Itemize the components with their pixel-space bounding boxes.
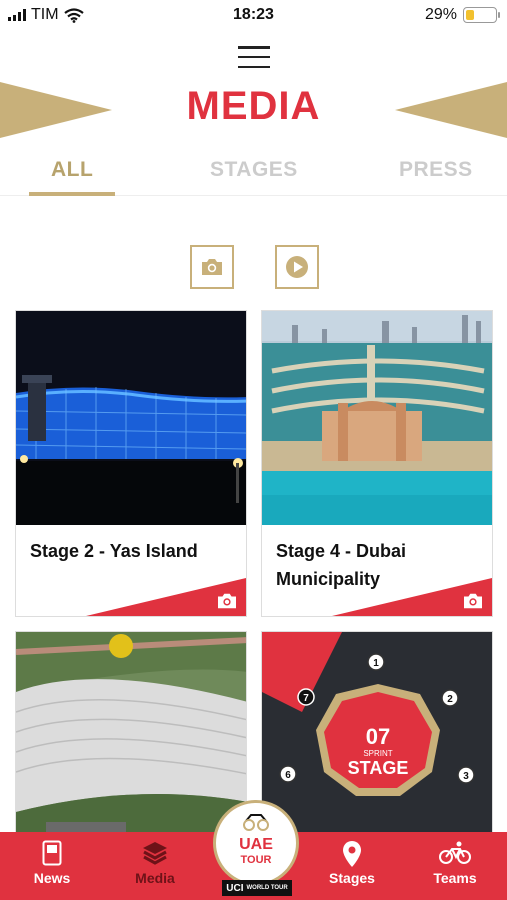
camera-icon bbox=[218, 593, 236, 609]
nav-media[interactable]: Media bbox=[110, 832, 200, 900]
nav-stages-label: Stages bbox=[329, 870, 375, 886]
card-image-aerial bbox=[16, 632, 246, 850]
video-filter-button[interactable] bbox=[275, 245, 319, 289]
battery-icon bbox=[463, 7, 500, 23]
nav-media-label: Media bbox=[135, 870, 175, 886]
card-title: Stage 2 - Yas Island bbox=[30, 541, 198, 561]
marker-3: 3 bbox=[463, 771, 469, 782]
play-icon bbox=[286, 256, 308, 278]
nav-teams[interactable]: Teams bbox=[410, 832, 500, 900]
sprint-number: 07 bbox=[366, 724, 390, 749]
menu-icon[interactable] bbox=[238, 46, 270, 68]
status-right: 29% bbox=[424, 6, 500, 24]
tab-stages[interactable]: STAGES bbox=[210, 158, 298, 182]
tab-active-indicator bbox=[29, 192, 115, 196]
card-image-sprint-stage: 07 SPRINT STAGE 1 2 3 6 7 bbox=[262, 632, 492, 850]
tab-bar: ALL STAGES PRESS bbox=[0, 152, 507, 196]
tab-all[interactable]: ALL bbox=[51, 158, 93, 182]
gallery-card-yas-island[interactable]: Stage 2 - Yas Island bbox=[15, 310, 247, 617]
nav-stages[interactable]: Stages bbox=[307, 832, 397, 900]
layers-icon bbox=[143, 842, 167, 865]
marker-2: 2 bbox=[447, 694, 453, 705]
logo-line1: UAE bbox=[239, 836, 273, 853]
bicycle-icon bbox=[439, 841, 471, 864]
location-pin-icon bbox=[343, 841, 361, 867]
camera-icon bbox=[464, 593, 482, 609]
marker-7: 7 bbox=[303, 693, 309, 704]
uci-sub-label: WORLD TOUR bbox=[246, 885, 288, 891]
uci-world-tour-badge: UCI WORLD TOUR bbox=[222, 880, 292, 896]
news-icon bbox=[42, 840, 62, 866]
sprint-big-label: STAGE bbox=[348, 758, 409, 778]
page-title: MEDIA bbox=[186, 84, 321, 128]
battery-percent: 29% bbox=[424, 6, 457, 23]
nav-news[interactable]: News bbox=[7, 832, 97, 900]
gallery-card-aerial[interactable] bbox=[15, 631, 247, 851]
card-image-yas-island bbox=[16, 311, 246, 525]
nav-teams-label: Teams bbox=[433, 870, 477, 886]
logo-line2: TOUR bbox=[241, 854, 272, 866]
uci-label: UCI bbox=[226, 882, 244, 894]
gallery-card-dubai[interactable]: Stage 4 - Dubai Municipality bbox=[261, 310, 493, 617]
card-image-dubai bbox=[262, 311, 492, 525]
marker-6: 6 bbox=[285, 770, 291, 781]
marker-1: 1 bbox=[373, 658, 379, 669]
photo-filter-button[interactable] bbox=[190, 245, 234, 289]
sprint-small-label: SPRINT bbox=[363, 749, 392, 758]
camera-icon bbox=[202, 259, 222, 275]
nav-news-label: News bbox=[33, 870, 71, 886]
tab-press[interactable]: PRESS bbox=[399, 158, 473, 182]
uae-tour-logo[interactable]: UAE TOUR bbox=[213, 800, 299, 886]
status-bar: TIM 18:23 29% bbox=[0, 0, 507, 32]
